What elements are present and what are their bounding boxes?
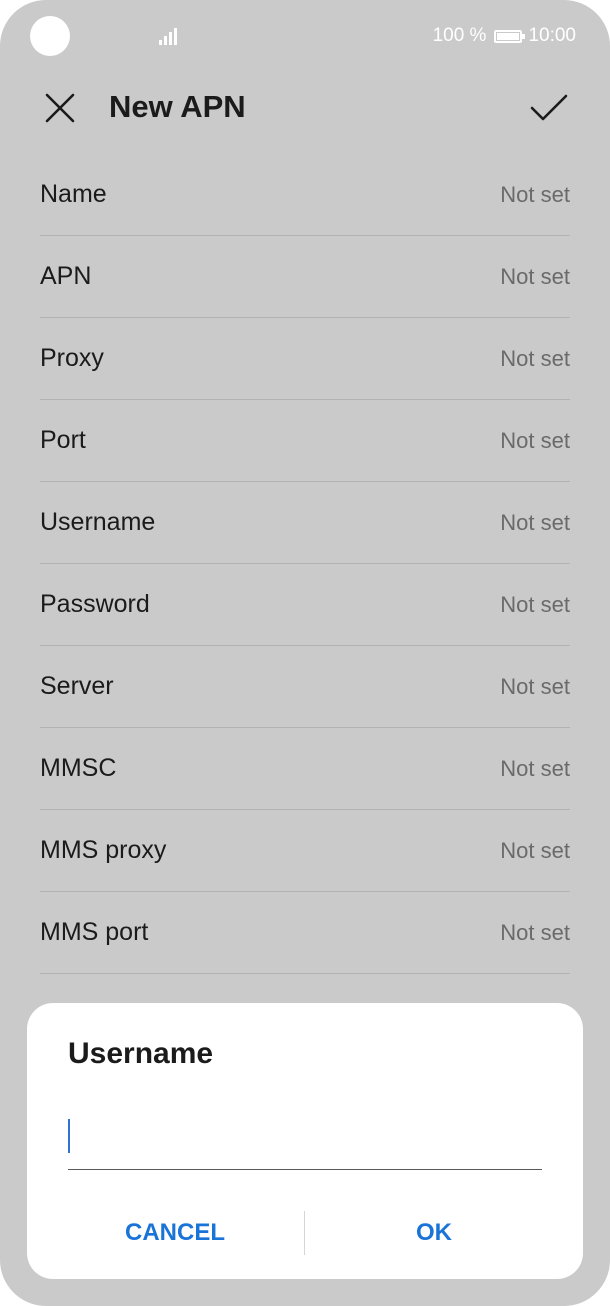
check-icon [530, 94, 568, 121]
apn-field-label: APN [40, 262, 92, 290]
apn-field-label: MMS proxy [40, 836, 167, 864]
apn-settings-list: Name Not set APN Not set Proxy Not set Port Not… [40, 154, 570, 974]
apn-field-value: Not set [500, 181, 570, 207]
action-divider [304, 1211, 305, 1255]
close-icon [45, 93, 75, 123]
apn-field-label: Password [40, 590, 150, 618]
apn-field-row[interactable]: MMS proxy Not set [40, 810, 570, 892]
apn-field-value: Not set [500, 837, 570, 863]
apn-field-value: Not set [500, 673, 570, 699]
page-title: New APN [109, 89, 246, 124]
dialog-actions: CANCEL OK [27, 1211, 583, 1255]
apn-field-value: Not set [500, 919, 570, 945]
clock: 10:00 [528, 25, 576, 46]
apn-field-row[interactable]: Server Not set [40, 646, 570, 728]
camera-cutout [30, 16, 70, 56]
apn-field-value: Not set [500, 427, 570, 453]
apn-field-value: Not set [500, 263, 570, 289]
apn-field-row[interactable]: MMSC Not set [40, 728, 570, 810]
battery-icon [494, 29, 526, 43]
signal-icon [159, 27, 181, 45]
battery-percent: 100 % [432, 25, 487, 46]
app-header: New APN [0, 72, 610, 142]
text-caret [68, 1119, 70, 1153]
apn-field-label: Username [40, 508, 156, 536]
apn-field-label: Port [40, 426, 86, 454]
apn-field-row[interactable]: Username Not set [40, 482, 570, 564]
cancel-button[interactable]: CANCEL [65, 1211, 285, 1255]
apn-field-row[interactable]: Proxy Not set [40, 318, 570, 400]
apn-field-row[interactable]: APN Not set [40, 236, 570, 318]
ok-button[interactable]: OK [324, 1211, 544, 1255]
apn-field-row[interactable]: Password Not set [40, 564, 570, 646]
apn-field-row[interactable]: MMS port Not set [40, 892, 570, 974]
status-right: 100 % 10:00 [433, 24, 576, 48]
username-dialog: Username CANCEL OK [27, 1003, 583, 1279]
apn-field-label: Server [40, 672, 114, 700]
apn-field-row[interactable]: Port Not set [40, 400, 570, 482]
apn-field-label: Name [40, 180, 107, 208]
username-input[interactable] [68, 1113, 542, 1170]
apn-field-value: Not set [500, 509, 570, 535]
apn-field-value: Not set [500, 591, 570, 617]
phone-screen: 100 % 10:00 New APN Name Not set APN Not se… [0, 0, 610, 1306]
status-bar: 100 % 10:00 [0, 0, 610, 72]
save-button[interactable] [528, 88, 570, 128]
apn-field-label: Proxy [40, 344, 104, 372]
apn-field-label: MMSC [40, 754, 117, 782]
apn-field-row[interactable]: Name Not set [40, 154, 570, 236]
apn-field-label: MMS port [40, 918, 149, 946]
apn-field-value: Not set [500, 345, 570, 371]
apn-field-value: Not set [500, 755, 570, 781]
close-button[interactable] [40, 88, 80, 128]
dialog-title: Username [68, 1037, 214, 1070]
